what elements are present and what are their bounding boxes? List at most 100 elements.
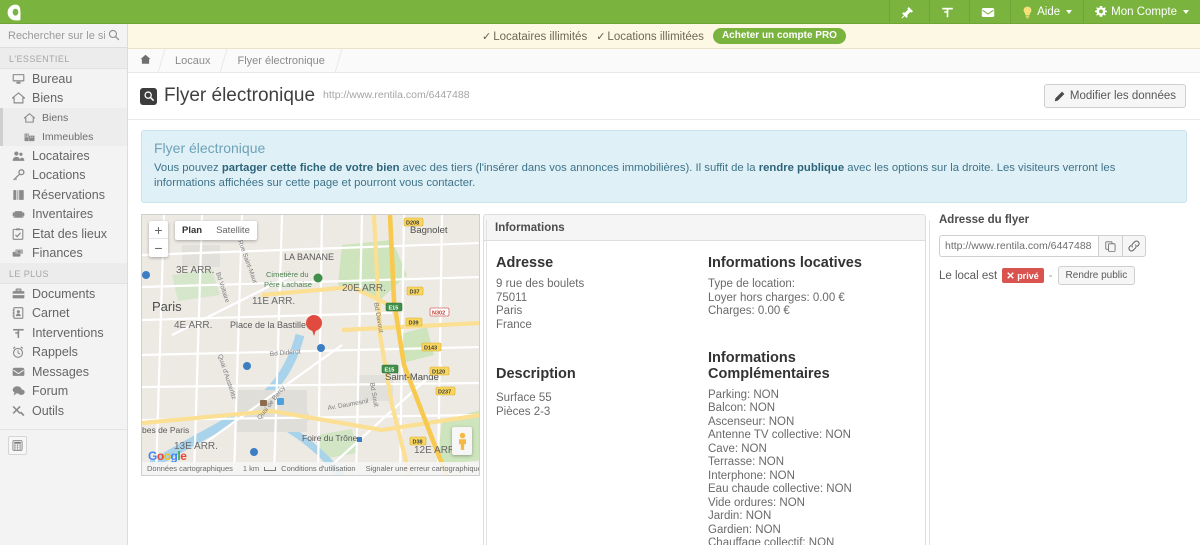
- topbar-help-menu[interactable]: Aide: [1010, 0, 1083, 24]
- sidebar-section-title-le-plus: LE PLUS: [0, 263, 127, 284]
- sidebar-item-label: Immeubles: [42, 130, 94, 143]
- svg-text:D120: D120: [432, 370, 445, 376]
- topbar-help-label: Aide: [1037, 6, 1061, 18]
- calculator-button[interactable]: [8, 435, 27, 455]
- sidebar-item-locations[interactable]: Locations: [0, 166, 127, 186]
- map-type-switcher[interactable]: Plan Satellite: [175, 221, 257, 240]
- make-public-button[interactable]: Rendre public: [1057, 266, 1136, 285]
- breadcrumb-item-flyer[interactable]: Flyer électronique: [224, 55, 337, 67]
- status-badge-label: privé: [1017, 270, 1039, 281]
- edit-data-label: Modifier les données: [1069, 90, 1176, 102]
- status-badge: privé: [1002, 268, 1044, 283]
- edit-data-button[interactable]: Modifier les données: [1043, 84, 1186, 108]
- informations-column: Informations Adresse 9 rue des boulets 7…: [483, 214, 926, 545]
- tools-icon: [11, 405, 25, 417]
- svg-text:D143: D143: [424, 346, 437, 352]
- sidebar-item-label: Locations: [32, 168, 86, 183]
- alert-heading: Flyer électronique: [154, 140, 266, 156]
- alert-bold-1[interactable]: partager cette fiche de votre bien: [222, 162, 400, 174]
- svg-text:D39: D39: [409, 321, 419, 327]
- map-zoom-in-button[interactable]: +: [149, 221, 168, 239]
- contacts-icon: [11, 307, 25, 320]
- breadcrumb-home[interactable]: [136, 54, 161, 68]
- sidebar-item-carnet[interactable]: Carnet: [0, 304, 127, 324]
- promo-item-2: ✓ Locations illimitées: [596, 30, 704, 43]
- svg-text:Bagnolet: Bagnolet: [410, 225, 448, 236]
- map-type-plan[interactable]: Plan: [175, 221, 209, 240]
- sidebar-item-locataires[interactable]: Locataires: [0, 146, 127, 166]
- promo-item-1: ✓ Locataires illimités: [482, 30, 587, 43]
- svg-text:D237: D237: [438, 390, 451, 396]
- search-icon[interactable]: [108, 29, 120, 41]
- open-link-button[interactable]: [1122, 235, 1146, 257]
- sidebar-item-reservations[interactable]: Réservations: [0, 185, 127, 205]
- sidebar-subitem-biens[interactable]: Biens: [3, 108, 127, 127]
- rental-line: Charges: 0.00 €: [708, 305, 790, 317]
- sidebar-item-label: Réservations: [32, 187, 105, 202]
- flyer-url-input[interactable]: [939, 235, 1098, 257]
- monitor-icon: [11, 73, 25, 85]
- sidebar-item-documents[interactable]: Documents: [0, 284, 127, 304]
- map-terms[interactable]: Conditions d'utilisation: [276, 464, 360, 473]
- sidebar: L'ESSENTIEL Bureau Biens Biens: [0, 24, 128, 545]
- svg-text:bes de Paris: bes de Paris: [142, 425, 189, 435]
- map-zoom-out-button[interactable]: −: [149, 239, 168, 257]
- sidebar-item-biens[interactable]: Biens: [0, 89, 127, 109]
- sidebar-item-messages[interactable]: Messages: [0, 362, 127, 382]
- sidebar-search: [0, 24, 127, 48]
- copy-url-button[interactable]: [1098, 235, 1122, 257]
- page-title: Flyer électronique: [164, 85, 316, 106]
- sidebar-item-forum[interactable]: Forum: [0, 382, 127, 402]
- sidebar-item-etat-des-lieux[interactable]: Etat des lieux: [0, 224, 127, 244]
- breadcrumb-item-locaux[interactable]: Locaux: [162, 55, 223, 67]
- envelope-icon: [981, 7, 995, 17]
- svg-text:Foire du Trône: Foire du Trône: [302, 433, 358, 443]
- alert-text-1: Vous pouvez: [154, 162, 222, 174]
- svg-text:Bd Davout: Bd Davout: [372, 302, 384, 333]
- google-logo: Google: [148, 449, 187, 463]
- home-icon: [140, 54, 151, 64]
- column-divider: [486, 220, 487, 545]
- tools-icon: [942, 7, 953, 17]
- home-icon: [11, 92, 25, 104]
- map-zoom-controls[interactable]: + −: [149, 221, 168, 257]
- magnifier-document-icon: [140, 87, 157, 105]
- pegman-icon: [458, 432, 466, 450]
- svg-text:Place de la Bastille: Place de la Bastille: [230, 320, 306, 330]
- sidebar-item-label: Biens: [32, 91, 64, 106]
- alert-bold-2[interactable]: rendre publique: [759, 162, 844, 174]
- sidebar-item-label: Finances: [32, 246, 83, 261]
- sidebar-item-inventaires[interactable]: Inventaires: [0, 205, 127, 225]
- money-icon: [11, 247, 25, 259]
- informations-left-column: Adresse 9 rue des boulets 75011 Paris Fr…: [484, 255, 696, 545]
- topbar-tools-button[interactable]: [929, 0, 969, 24]
- sidebar-item-label: Interventions: [32, 325, 104, 340]
- map-report-error[interactable]: Signaler une erreur cartographique: [361, 464, 479, 473]
- sidebar-item-label: Inventaires: [32, 207, 94, 222]
- topbar-account-menu[interactable]: Mon Compte: [1083, 0, 1200, 24]
- location-map[interactable]: Bagnolet LA BANANE 3E ARR. 20E ARR. 11E …: [141, 214, 480, 476]
- sidebar-item-outils[interactable]: Outils: [0, 401, 127, 421]
- gear-icon: [1095, 6, 1108, 17]
- map-attribution-bar: Données cartographiques 1 km Conditions …: [142, 462, 479, 475]
- sidebar-subitem-immeubles[interactable]: Immeubles: [3, 127, 127, 146]
- topbar-pin-button[interactable]: [889, 0, 929, 24]
- sidebar-item-label: Messages: [32, 364, 89, 379]
- street-view-pegman[interactable]: [452, 427, 472, 455]
- map-marker[interactable]: [306, 315, 322, 336]
- sidebar-item-interventions[interactable]: Interventions: [0, 323, 127, 343]
- sofa-icon: [11, 208, 25, 220]
- buy-pro-button[interactable]: Acheter un compte PRO: [712, 27, 846, 45]
- sidebar-item-bureau[interactable]: Bureau: [0, 69, 127, 89]
- topbar-messages-button[interactable]: [969, 0, 1010, 24]
- main-content: ✓ Locataires illimités ✓ Locations illimit…: [128, 24, 1200, 545]
- extra-line: Jardin: NON: [708, 510, 772, 522]
- sidebar-item-rappels[interactable]: Rappels: [0, 343, 127, 363]
- map-type-satellite[interactable]: Satellite: [209, 221, 257, 240]
- informations-locatives-heading: Informations locatives: [708, 255, 862, 271]
- app-logo[interactable]: [0, 0, 128, 24]
- svg-text:Père Lachaise: Père Lachaise: [264, 280, 312, 289]
- info-alert: Flyer électronique Vous pouvez partager …: [141, 130, 1187, 203]
- svg-text:E15: E15: [385, 368, 395, 374]
- sidebar-item-finances[interactable]: Finances: [0, 244, 127, 264]
